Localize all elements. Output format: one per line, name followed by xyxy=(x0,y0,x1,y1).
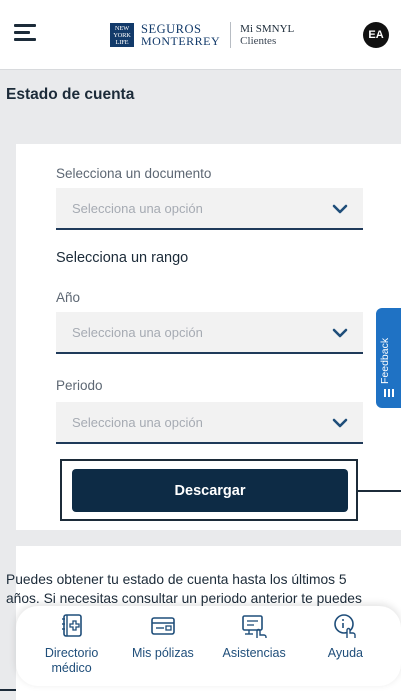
computer-hand-icon xyxy=(242,615,267,638)
nav-item-directorio-medico[interactable]: Directorio médico xyxy=(28,612,116,686)
info-line-1: Puedes obtener tu estado de cuenta hasta… xyxy=(6,572,347,587)
brand-name: SEGUROS MONTERREY xyxy=(141,22,221,48)
document-select[interactable]: Selecciona una opción xyxy=(56,188,363,230)
card-icon xyxy=(151,617,175,635)
nav-label: Mis pólizas xyxy=(131,646,194,660)
year-label: Año xyxy=(56,290,81,305)
year-select-placeholder: Selecciona una opción xyxy=(72,325,203,340)
logo-divider xyxy=(230,22,232,48)
nav-label: Ayuda xyxy=(327,646,363,660)
new-york-life-logo-mark: NEW YORK LIFE xyxy=(110,23,134,47)
help-hand-icon xyxy=(334,614,357,638)
menu-icon[interactable] xyxy=(14,24,36,42)
nav-item-mis-polizas[interactable]: Mis pólizas xyxy=(119,612,207,686)
period-select[interactable]: Selecciona una opción xyxy=(56,402,363,444)
nav-label: Directorio médico xyxy=(44,646,99,675)
nav-label: Asistencias xyxy=(222,646,286,660)
range-label: Selecciona un rango xyxy=(56,250,189,266)
period-label: Periodo xyxy=(56,378,103,393)
feedback-label: Feedback xyxy=(379,337,391,384)
chevron-down-icon xyxy=(332,418,348,428)
nav-item-ayuda[interactable]: Ayuda xyxy=(301,612,389,686)
app-name: Mi SMNYL Clientes xyxy=(240,23,295,47)
page-title: Estado de cuenta xyxy=(6,86,135,103)
info-text: Puedes obtener tu estado de cuenta hasta… xyxy=(6,570,401,608)
highlight-connector-line xyxy=(0,689,16,691)
feedback-tab[interactable]: Feedback xyxy=(376,308,401,408)
chevron-down-icon xyxy=(332,204,348,214)
nav-item-asistencias[interactable]: Asistencias xyxy=(210,612,298,686)
feedback-bars-icon xyxy=(384,389,394,397)
highlight-connector-line xyxy=(358,490,401,492)
top-header: NEW YORK LIFE SEGUROS MONTERREY Mi SMNYL C… xyxy=(0,0,401,70)
chevron-down-icon xyxy=(332,328,348,338)
avatar[interactable]: EA xyxy=(363,22,389,48)
brand-logo[interactable]: NEW YORK LIFE SEGUROS MONTERREY Mi SMNYL C… xyxy=(110,22,294,48)
period-select-placeholder: Selecciona una opción xyxy=(72,415,203,430)
medical-book-icon xyxy=(61,614,82,637)
document-label: Selecciona un documento xyxy=(56,166,212,181)
download-button[interactable]: Descargar xyxy=(72,469,348,512)
bottom-navigation: Directorio médico Mis pólizas Asistencia… xyxy=(16,606,401,686)
year-select[interactable]: Selecciona una opción xyxy=(56,312,363,354)
document-select-placeholder: Selecciona una opción xyxy=(72,201,203,216)
